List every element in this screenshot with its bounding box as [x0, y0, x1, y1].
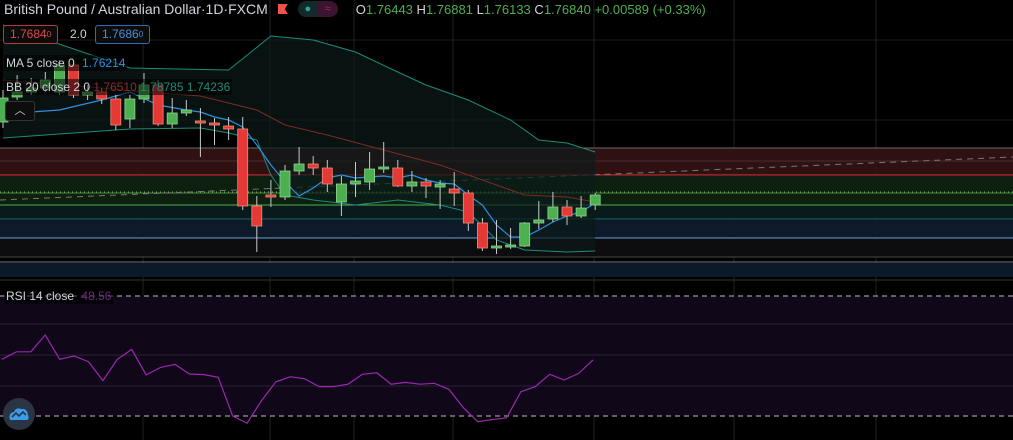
symbol-legend: British Pound / Australian Dollar · 1D ·…	[4, 1, 706, 17]
low-value: 1.76133	[483, 1, 531, 17]
candle[interactable]	[110, 95, 122, 130]
spread: 2.0	[70, 27, 87, 41]
candle-body	[124, 98, 136, 120]
chevron-up-icon: ︿	[14, 105, 26, 117]
bb-label: BB 20 close 2 0	[6, 80, 91, 94]
chart-canvas[interactable]	[0, 0, 1013, 440]
tradingview-logo-icon[interactable]	[3, 398, 35, 430]
candle-body	[420, 181, 432, 187]
flag-icon[interactable]	[277, 4, 288, 14]
sell-price: 1.7684	[10, 27, 47, 41]
rsi-label: RSI 14 close	[6, 289, 75, 303]
candle-body	[589, 194, 601, 206]
candle-body	[335, 183, 347, 203]
candle-body	[533, 219, 545, 224]
candle-body	[505, 244, 517, 248]
candle-body	[293, 163, 305, 172]
rsi-band	[0, 296, 1013, 416]
buy-price-pip: 0	[138, 30, 144, 39]
candle-body	[307, 163, 319, 169]
high-label: H	[416, 1, 426, 17]
candle-body	[321, 167, 333, 185]
open-label: O	[355, 1, 366, 17]
candle-body	[519, 222, 531, 247]
candle-body	[476, 222, 488, 249]
wave-icon: ≈	[317, 1, 338, 17]
candle-body	[561, 206, 573, 217]
candle-body	[209, 122, 220, 126]
candle-body	[350, 180, 361, 185]
candle-body	[364, 168, 376, 183]
candle-body	[434, 183, 446, 188]
low-label: L	[476, 1, 484, 17]
candle[interactable]	[237, 117, 249, 210]
close-value: 1.76840	[543, 1, 591, 17]
candle[interactable]	[519, 222, 531, 247]
bb-upper-value: 1.78785	[140, 80, 184, 94]
ohlc-values: O1.76443 H1.76881 L1.76133 C1.76840 +0.0…	[356, 2, 706, 17]
bb-lower-value: 1.74236	[186, 80, 231, 94]
close-label: C	[534, 1, 544, 17]
candle-body	[547, 206, 559, 220]
candle-body	[110, 98, 122, 126]
candle-body	[265, 194, 277, 198]
candle-body	[462, 192, 474, 224]
candle-body	[378, 166, 390, 170]
candle-body	[194, 120, 206, 124]
candle-body	[180, 109, 192, 114]
sell-button[interactable]: 1.76840	[3, 25, 59, 44]
candle-body	[448, 188, 460, 194]
bb-basis-value: 1.76510	[93, 80, 137, 94]
market-status-pill[interactable]: ● ≈	[297, 1, 338, 17]
ma-label: MA 5 close 0	[6, 56, 75, 70]
interval[interactable]: 1D	[206, 1, 224, 17]
collapse-legend-button[interactable]: ︿	[5, 101, 35, 121]
dot-icon: ●	[297, 1, 318, 17]
rsi-pane	[0, 279, 1013, 424]
buy-price: 1.7686	[102, 27, 139, 41]
candle[interactable]	[476, 218, 488, 251]
candle-body	[166, 112, 178, 125]
sell-price-pip: 0	[46, 30, 52, 39]
candle-body	[223, 125, 235, 130]
bb-legend[interactable]: BB 20 close 2 0 1.76510 1.78785 1.74236	[4, 79, 233, 95]
ma-value: 1.76214	[82, 56, 126, 70]
high-value: 1.76881	[425, 1, 473, 17]
zone	[0, 263, 1013, 277]
candle-body	[392, 167, 404, 187]
buy-button[interactable]: 1.76860	[95, 25, 151, 44]
rsi-value: 48.56	[81, 289, 112, 303]
symbol-name[interactable]: British Pound / Australian Dollar	[4, 1, 201, 17]
candle-body	[406, 181, 418, 187]
candle-body	[279, 170, 291, 198]
candle-body	[237, 128, 249, 207]
rsi-legend[interactable]: RSI 14 close 48.56	[4, 288, 114, 304]
candle-body	[251, 205, 263, 227]
exchange: FXCM	[228, 1, 268, 17]
candle-body	[491, 245, 502, 249]
ma-legend[interactable]: MA 5 close 0 1.76214	[4, 55, 128, 71]
change-value: +0.00589 (+0.33%)	[594, 1, 706, 17]
open-value: 1.76443	[365, 1, 413, 17]
candle-body	[575, 207, 587, 217]
